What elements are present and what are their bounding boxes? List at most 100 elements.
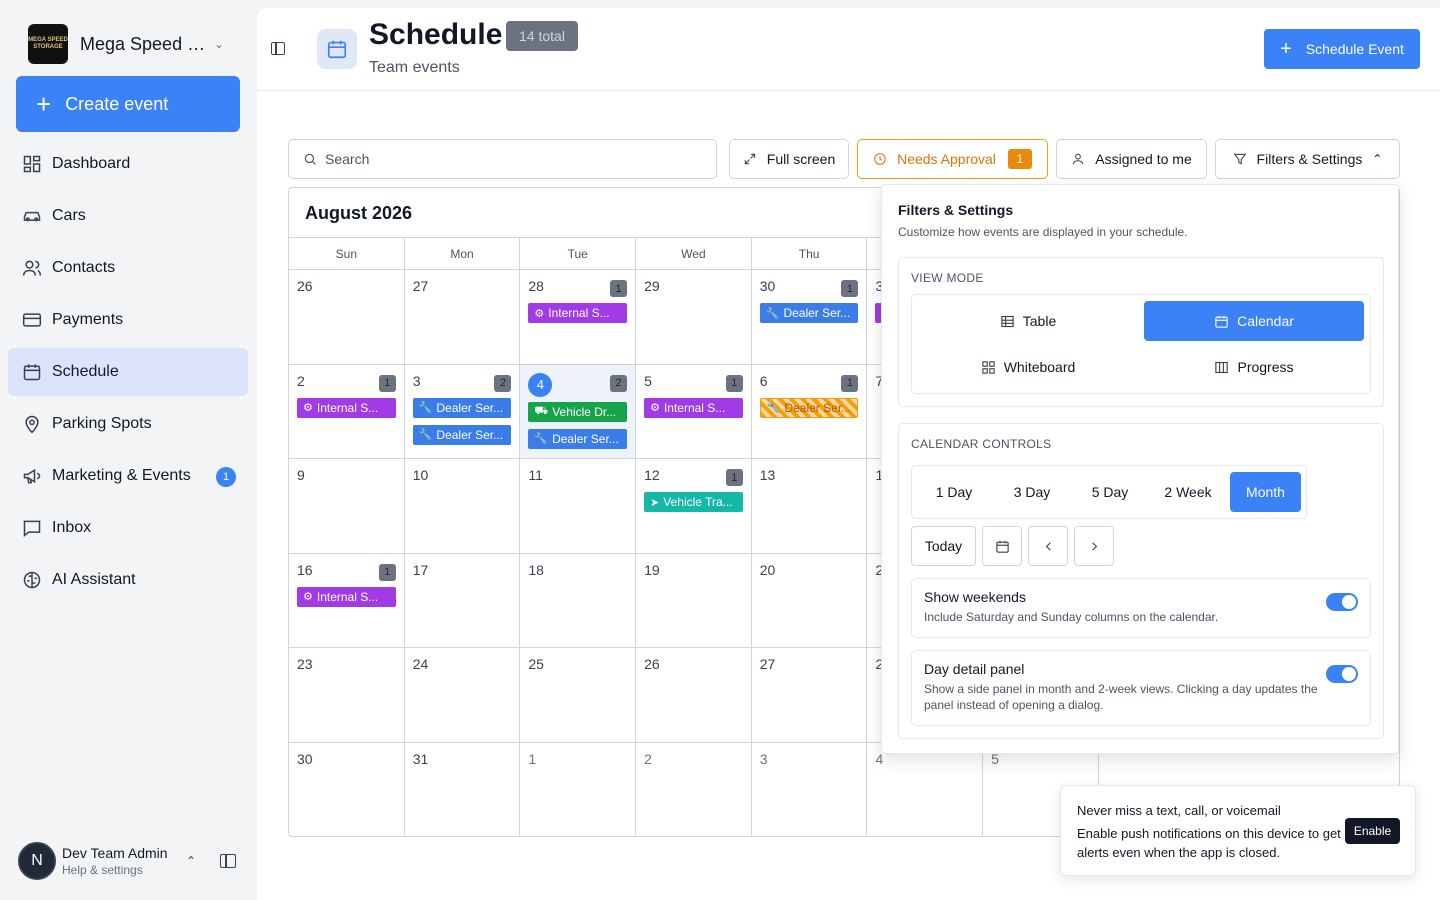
page-subtitle: Team events: [369, 59, 460, 76]
enable-notifications-button[interactable]: Enable: [1345, 818, 1400, 844]
calendar-day[interactable]: 19: [636, 553, 752, 648]
calendar-day[interactable]: 5 1 ⚙ Internal S...: [636, 364, 752, 459]
sidebar-item-contacts[interactable]: Contacts: [8, 244, 248, 292]
calendar-day[interactable]: 4: [867, 742, 984, 836]
next-button[interactable]: [1074, 526, 1114, 566]
event-chip[interactable]: ⚙Internal S...: [297, 397, 396, 418]
calendar-day[interactable]: 10: [405, 459, 521, 553]
calendar-day[interactable]: 3 2 🔧 Dealer Ser... 🔧 Dealer Ser...: [405, 364, 521, 459]
needs-approval-button[interactable]: Needs Approval 1: [857, 139, 1048, 179]
day-detail-toggle[interactable]: [1326, 665, 1358, 683]
view-mode-table[interactable]: Table: [918, 301, 1138, 341]
calendar-day[interactable]: 27: [752, 648, 868, 742]
day-number: 2: [297, 372, 305, 389]
previous-button[interactable]: [1028, 526, 1068, 566]
calendar-day[interactable]: 26: [636, 648, 752, 742]
filters-settings-button[interactable]: Filters & Settings ⌃: [1215, 139, 1400, 179]
calendar-day[interactable]: 18: [520, 553, 637, 648]
calendar-day[interactable]: 26: [289, 270, 405, 364]
calendar-day[interactable]: 1: [520, 742, 637, 836]
view-mode-whiteboard[interactable]: Whiteboard: [918, 347, 1138, 387]
calendar-day[interactable]: 23: [289, 648, 405, 742]
today-button[interactable]: Today: [911, 526, 976, 566]
calendar-day[interactable]: 27: [405, 270, 521, 364]
day-number: 18: [528, 561, 544, 578]
org-switcher[interactable]: MEGA SPEED STORAGE Mega Speed Storage ⌄: [28, 24, 224, 64]
weekday-header: Mon: [405, 238, 521, 269]
range-month[interactable]: Month: [1230, 472, 1301, 512]
event-chip[interactable]: ⚙Internal S...: [528, 303, 628, 323]
sidebar-item-parking-spots[interactable]: Parking Spots: [8, 400, 248, 448]
calendar-day[interactable]: 28 1 ⚙ Internal S...: [520, 270, 637, 364]
calendar-day[interactable]: 2: [636, 742, 752, 836]
user-menu[interactable]: N Dev Team Admin Help & settings ⌃: [18, 842, 248, 880]
filter-icon: [1233, 153, 1246, 165]
needs-approval-label: Needs Approval: [897, 151, 996, 167]
calendar-day[interactable]: 29: [636, 270, 752, 364]
event-chip[interactable]: 🔧 Dealer Ser...: [528, 428, 628, 449]
sidebar-item-inbox[interactable]: Inbox: [8, 504, 248, 552]
event-chip[interactable]: 🔧 Dealer Ser...: [412, 424, 512, 445]
calendar-day[interactable]: 11: [520, 459, 637, 553]
car-icon: [23, 211, 41, 222]
event-count-badge: 1: [378, 563, 396, 581]
sidebar-item-schedule[interactable]: Schedule: [8, 348, 248, 396]
panel-left-icon[interactable]: [271, 42, 285, 55]
chevron-right-icon: [1091, 541, 1097, 551]
day-events: ⚙Internal S...: [528, 303, 628, 330]
calendar-day[interactable]: 2 1 ⚙ Internal S...: [289, 364, 405, 459]
calendar-day[interactable]: 16 1 ⚙ Internal S...: [289, 553, 405, 648]
columns-icon: [1215, 361, 1229, 373]
day-number: 6: [759, 372, 768, 389]
range-5-day[interactable]: 5 Day: [1074, 472, 1146, 512]
calendar-day[interactable]: 25: [520, 648, 637, 742]
calendar-day[interactable]: 31: [405, 742, 521, 836]
calendar-day[interactable]: 3: [752, 742, 868, 836]
event-chip[interactable]: ⚙Internal S...: [644, 397, 743, 418]
calendar-day[interactable]: 20: [752, 553, 868, 648]
view-mode-progress[interactable]: Progress: [1144, 347, 1364, 387]
assigned-to-me-button[interactable]: Assigned to me: [1056, 139, 1207, 179]
show-weekends-toggle[interactable]: [1326, 593, 1358, 611]
calendar-icon: [1215, 315, 1228, 328]
sidebar-item-ai-assistant[interactable]: AI Assistant: [8, 556, 248, 604]
event-chip[interactable]: ⚙Internal S...: [297, 586, 396, 607]
sidebar-item-payments[interactable]: Payments: [8, 296, 248, 344]
view-mode-whiteboard-label: Whiteboard: [1003, 359, 1076, 375]
calendar-day[interactable]: 13: [752, 459, 868, 553]
sidebar-item-marketing-events[interactable]: Marketing & Events 1: [8, 452, 248, 500]
sidebar-item-dashboard[interactable]: Dashboard: [8, 140, 248, 188]
calendar-day[interactable]: 6 1 🔧 Dealer Ser...: [752, 364, 868, 459]
calendar-day[interactable]: 9: [289, 459, 405, 553]
event-count-badge: 1: [725, 469, 743, 487]
day-number: 28: [528, 278, 544, 294]
day-events: 🔧 Dealer Ser...: [759, 303, 859, 330]
plus-icon: +: [36, 89, 52, 119]
schedule-event-button[interactable]: + Schedule Event: [1264, 29, 1420, 69]
brain-icon: [23, 571, 41, 589]
range-1-day[interactable]: 1 Day: [918, 472, 990, 512]
sidebar-item-cars[interactable]: Cars: [8, 192, 248, 240]
calendar-day[interactable]: 24: [405, 648, 521, 742]
event-chip[interactable]: 🔧 Dealer Ser...: [759, 303, 859, 323]
calendar-day-today[interactable]: 4 2 ⛟ Vehicle Dr... 🔧 Dealer Ser...: [520, 364, 637, 459]
event-chip[interactable]: ⛟ Vehicle Dr...: [528, 401, 628, 422]
event-chip[interactable]: 🔧 Dealer Ser...: [759, 397, 859, 418]
date-picker-button[interactable]: [982, 526, 1022, 566]
range-2-week[interactable]: 2 Week: [1152, 472, 1224, 512]
calendar-day[interactable]: 30: [289, 742, 405, 836]
calendar-day[interactable]: 12 1 ➤ Vehicle Tra...: [636, 459, 752, 553]
range-3-day[interactable]: 3 Day: [996, 472, 1068, 512]
day-number: 19: [644, 561, 660, 578]
sidebar-toggle-icon[interactable]: [220, 854, 236, 868]
search-box[interactable]: [288, 139, 717, 179]
calendar-day[interactable]: 30 1 🔧 Dealer Ser...: [752, 270, 868, 364]
event-chip[interactable]: ➤ Vehicle Tra...: [644, 492, 743, 513]
calendar-day[interactable]: 17: [405, 553, 521, 648]
full-screen-button[interactable]: Full screen: [729, 139, 849, 179]
create-event-button[interactable]: + Create event: [16, 76, 240, 132]
event-chip-label: Internal S...: [548, 306, 610, 320]
view-mode-calendar[interactable]: Calendar: [1144, 301, 1364, 341]
search-input[interactable]: [325, 151, 705, 167]
event-chip[interactable]: 🔧 Dealer Ser...: [412, 397, 512, 418]
